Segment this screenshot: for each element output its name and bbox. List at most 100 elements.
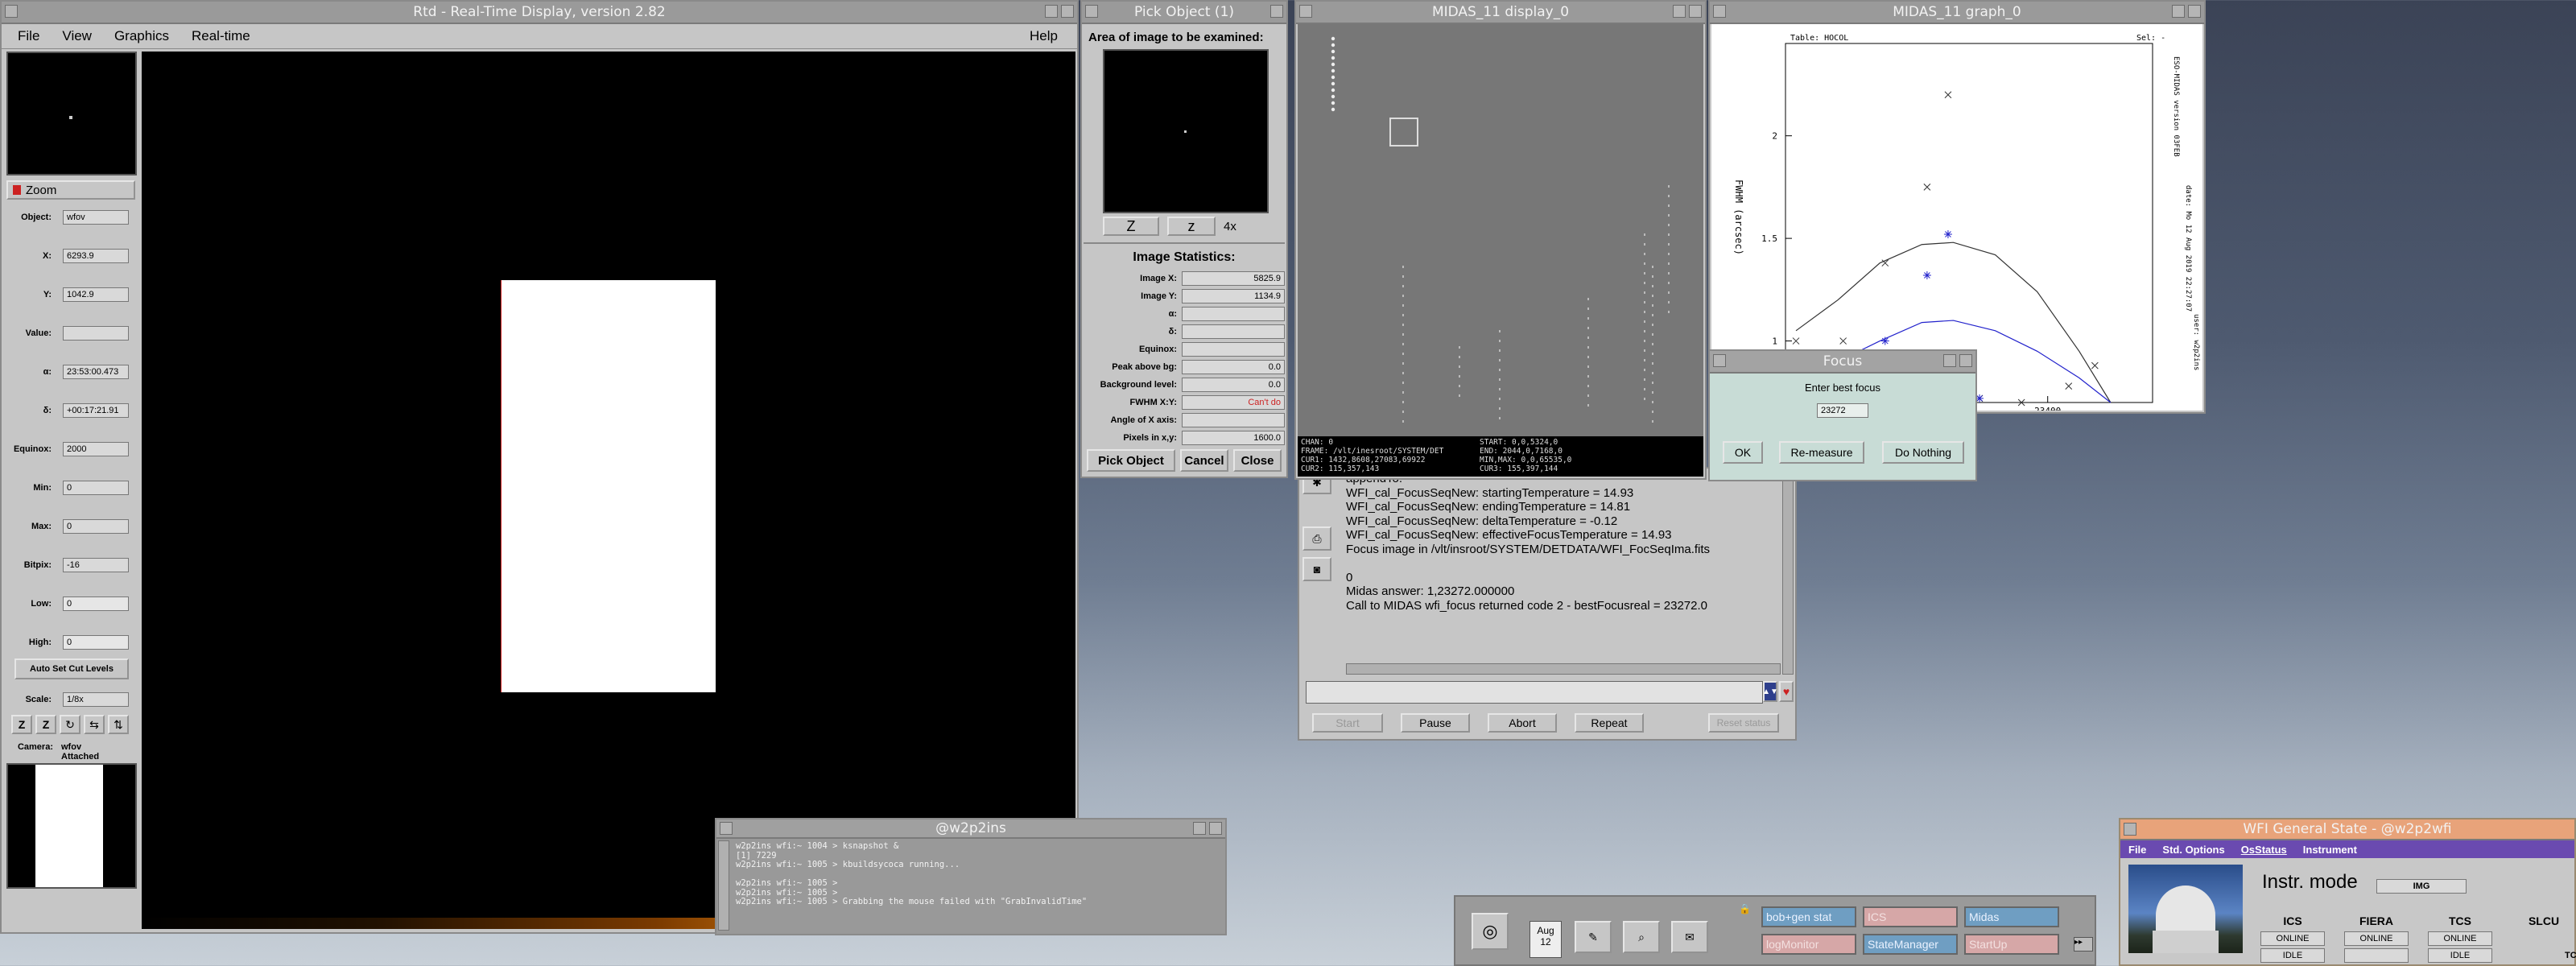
pick-zoom-canvas[interactable] — [1103, 49, 1269, 213]
minimize-icon[interactable] — [2172, 5, 2185, 18]
pick-cancel-button[interactable]: Cancel — [1180, 449, 1228, 472]
maximize-icon[interactable] — [2188, 5, 2201, 18]
zoom-toggle[interactable]: Zoom — [6, 180, 135, 200]
pager-item[interactable]: ICS — [1863, 906, 1958, 927]
pager-item[interactable]: StartUp — [1964, 934, 2059, 955]
star-mark — [1331, 49, 1335, 54]
wfi-status-value: IDLE — [2260, 948, 2325, 963]
star-mark — [1668, 253, 1670, 255]
window-menu-icon[interactable] — [1713, 354, 1726, 367]
clear-icon[interactable]: ♥ — [1779, 681, 1794, 702]
search-icon[interactable]: ⌕ — [1623, 921, 1660, 953]
history-icon[interactable]: ▲▼ — [1762, 681, 1778, 702]
window-menu-icon[interactable] — [1085, 5, 1098, 18]
mail-icon[interactable]: ✉ — [1671, 921, 1708, 953]
window-menu-icon[interactable] — [720, 822, 733, 835]
rtd-field-row: Min: 0 — [6, 480, 138, 496]
calendar-icon[interactable]: Aug 12 — [1530, 921, 1562, 958]
data-point-star — [1880, 336, 1889, 345]
pick-stat-row: Image Y: 1134.9 — [1082, 287, 1286, 305]
window-menu-icon[interactable] — [1713, 5, 1726, 18]
scale-select[interactable]: 1/8x — [63, 692, 129, 707]
star-mark — [1459, 346, 1460, 349]
xterm-window: @w2p2ins w2p2ins wfi:~ 1004 > ksnapshot … — [715, 818, 1227, 935]
window-menu-icon[interactable] — [5, 5, 18, 18]
midas-display-titlebar[interactable]: MIDAS_11 display_0 — [1296, 2, 1705, 24]
menu-file[interactable]: File — [2, 28, 51, 44]
maximize-icon[interactable] — [1270, 5, 1283, 18]
log-vscrollbar[interactable] — [1782, 472, 1794, 675]
repeat-button[interactable]: Repeat — [1575, 713, 1644, 733]
menu-help[interactable]: Help — [1018, 28, 1069, 44]
abort-button[interactable]: Abort — [1488, 713, 1557, 733]
xterm-titlebar[interactable]: @w2p2ins — [716, 819, 1225, 839]
window-menu-icon[interactable] — [1299, 5, 1312, 18]
focus-value-input[interactable]: 23272 — [1817, 403, 1868, 418]
flip-y-icon[interactable]: ⇅ — [108, 715, 129, 734]
camera-icon[interactable]: ◙ — [1302, 557, 1331, 581]
wfi-status-column: TCS ONLINE IDLE — [2423, 914, 2497, 963]
zoom-out-icon[interactable]: Z — [35, 715, 56, 734]
zoom-in-icon[interactable]: Z — [11, 715, 32, 734]
rotate-icon[interactable]: ↻ — [60, 715, 80, 734]
menu-view[interactable]: View — [51, 28, 103, 44]
command-input[interactable] — [1306, 681, 1763, 704]
maximize-icon[interactable] — [1209, 822, 1222, 835]
editor-icon[interactable]: ✎ — [1575, 921, 1612, 953]
start-button[interactable]: Start — [1312, 713, 1383, 733]
reset-status-button[interactable]: Reset status — [1708, 713, 1779, 733]
pager-item[interactable]: logMonitor — [1761, 934, 1856, 955]
menu-graphics[interactable]: Graphics — [103, 28, 180, 44]
pause-button[interactable]: Pause — [1401, 713, 1470, 733]
maximize-icon[interactable] — [1959, 354, 1972, 367]
maximize-icon[interactable] — [1689, 5, 1702, 18]
wfi-menu-file[interactable]: File — [2120, 844, 2154, 856]
wfi-menu-std-options[interactable]: Std. Options — [2154, 844, 2232, 856]
midas-image-canvas[interactable] — [1298, 24, 1703, 436]
midas-graph-titlebar[interactable]: MIDAS_11 graph_0 — [1710, 2, 2204, 24]
focus-titlebar[interactable]: Focus — [1710, 351, 1975, 374]
panner[interactable] — [6, 52, 137, 175]
star-mark — [1644, 243, 1645, 246]
wfi-title: WFI General State - @w2p2wfi — [2243, 821, 2452, 837]
pick-zoom-out-button[interactable]: z — [1167, 217, 1216, 236]
window-menu-icon[interactable] — [2124, 823, 2136, 836]
pager-item[interactable]: StateManager — [1863, 934, 1958, 955]
focus-remeasure-button[interactable]: Re-measure — [1779, 441, 1864, 464]
rtd-panel: Zoom Object: wfov X: 6293.9 Y: 1042.9 Value: α:… — [6, 52, 138, 933]
pick-titlebar[interactable]: Pick Object (1) — [1082, 2, 1286, 24]
minimize-icon[interactable] — [1045, 5, 1058, 18]
minimize-icon[interactable] — [1193, 822, 1206, 835]
minimize-icon[interactable] — [1673, 5, 1686, 18]
pager-item[interactable]: Midas — [1964, 906, 2059, 927]
rtd-field-value[interactable]: 0 — [63, 597, 129, 611]
midas-cursor-box[interactable] — [1389, 118, 1418, 147]
auto-set-cut-levels-button[interactable]: Auto Set Cut Levels — [14, 658, 129, 679]
print-icon[interactable]: ⎙ — [1302, 526, 1331, 551]
flip-x-icon[interactable]: ⇆ — [84, 715, 105, 734]
minimize-icon[interactable] — [1943, 354, 1956, 367]
focus-do-nothing-button[interactable]: Do Nothing — [1882, 441, 1964, 464]
pick-zoom-in-button[interactable]: Z — [1103, 217, 1159, 236]
wfi-menu-instrument[interactable]: Instrument — [2295, 844, 2365, 856]
wfi-status-column: FIERA ONLINE — [2339, 914, 2413, 963]
maximize-icon[interactable] — [1061, 5, 1074, 18]
desktop-icon[interactable]: ◎ — [1472, 913, 1509, 950]
star-mark — [1644, 398, 1645, 400]
pick-object-button[interactable]: Pick Object — [1087, 449, 1175, 472]
star-mark — [1499, 369, 1501, 371]
pick-close-button[interactable]: Close — [1233, 449, 1282, 472]
focus-ok-button[interactable]: OK — [1723, 441, 1763, 464]
rtd-field-value[interactable]: 0 — [63, 635, 129, 650]
wfi-menu-osstatus[interactable]: OsStatus — [2233, 844, 2295, 856]
star-mark — [1652, 324, 1653, 326]
rtd-titlebar[interactable]: Rtd - Real-Time Display, version 2.82 — [2, 2, 1077, 24]
log-hscrollbar[interactable] — [1346, 663, 1781, 675]
lock-icon[interactable]: 🔒 — [1739, 903, 1751, 914]
pager-item[interactable]: bob+gen stat — [1761, 906, 1856, 927]
wfi-titlebar[interactable]: WFI General State - @w2p2wfi — [2120, 819, 2574, 840]
menu-realtime[interactable]: Real-time — [180, 28, 262, 44]
xterm-scrollbar[interactable] — [718, 840, 729, 931]
rtd-image-canvas[interactable] — [142, 52, 1075, 918]
pager-scroll-icon[interactable]: ▸▸ — [2074, 937, 2093, 952]
